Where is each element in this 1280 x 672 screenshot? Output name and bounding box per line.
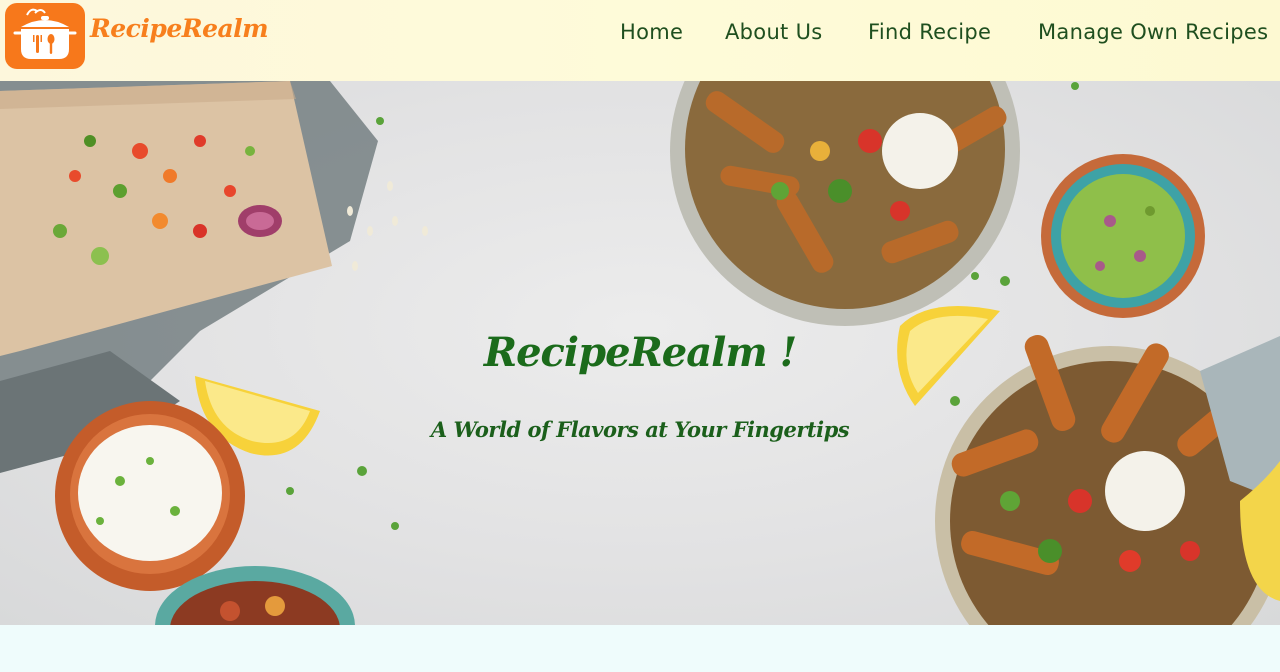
logo-icon[interactable] xyxy=(5,3,85,69)
nav-find-recipe-link[interactable]: Find Recipe xyxy=(868,20,991,44)
nav-home-link[interactable]: Home xyxy=(620,20,683,44)
nav-about-us-link[interactable]: About Us xyxy=(725,20,822,44)
nav-manage-own-recipes-link[interactable]: Manage Own Recipes xyxy=(1038,20,1268,44)
hero-title: RecipeRealm ! xyxy=(483,329,797,376)
cooking-pot-icon xyxy=(13,8,77,59)
hero-subtitle: A World of Flavors at Your Fingertips xyxy=(430,417,850,442)
brand-name[interactable]: RecipeRealm xyxy=(90,14,269,43)
content-section xyxy=(0,625,1280,672)
hero-banner: RecipeRealm ! A World of Flavors at Your… xyxy=(0,81,1280,625)
navbar: RecipeRealm Home About Us Find Recipe Ma… xyxy=(0,0,1280,81)
